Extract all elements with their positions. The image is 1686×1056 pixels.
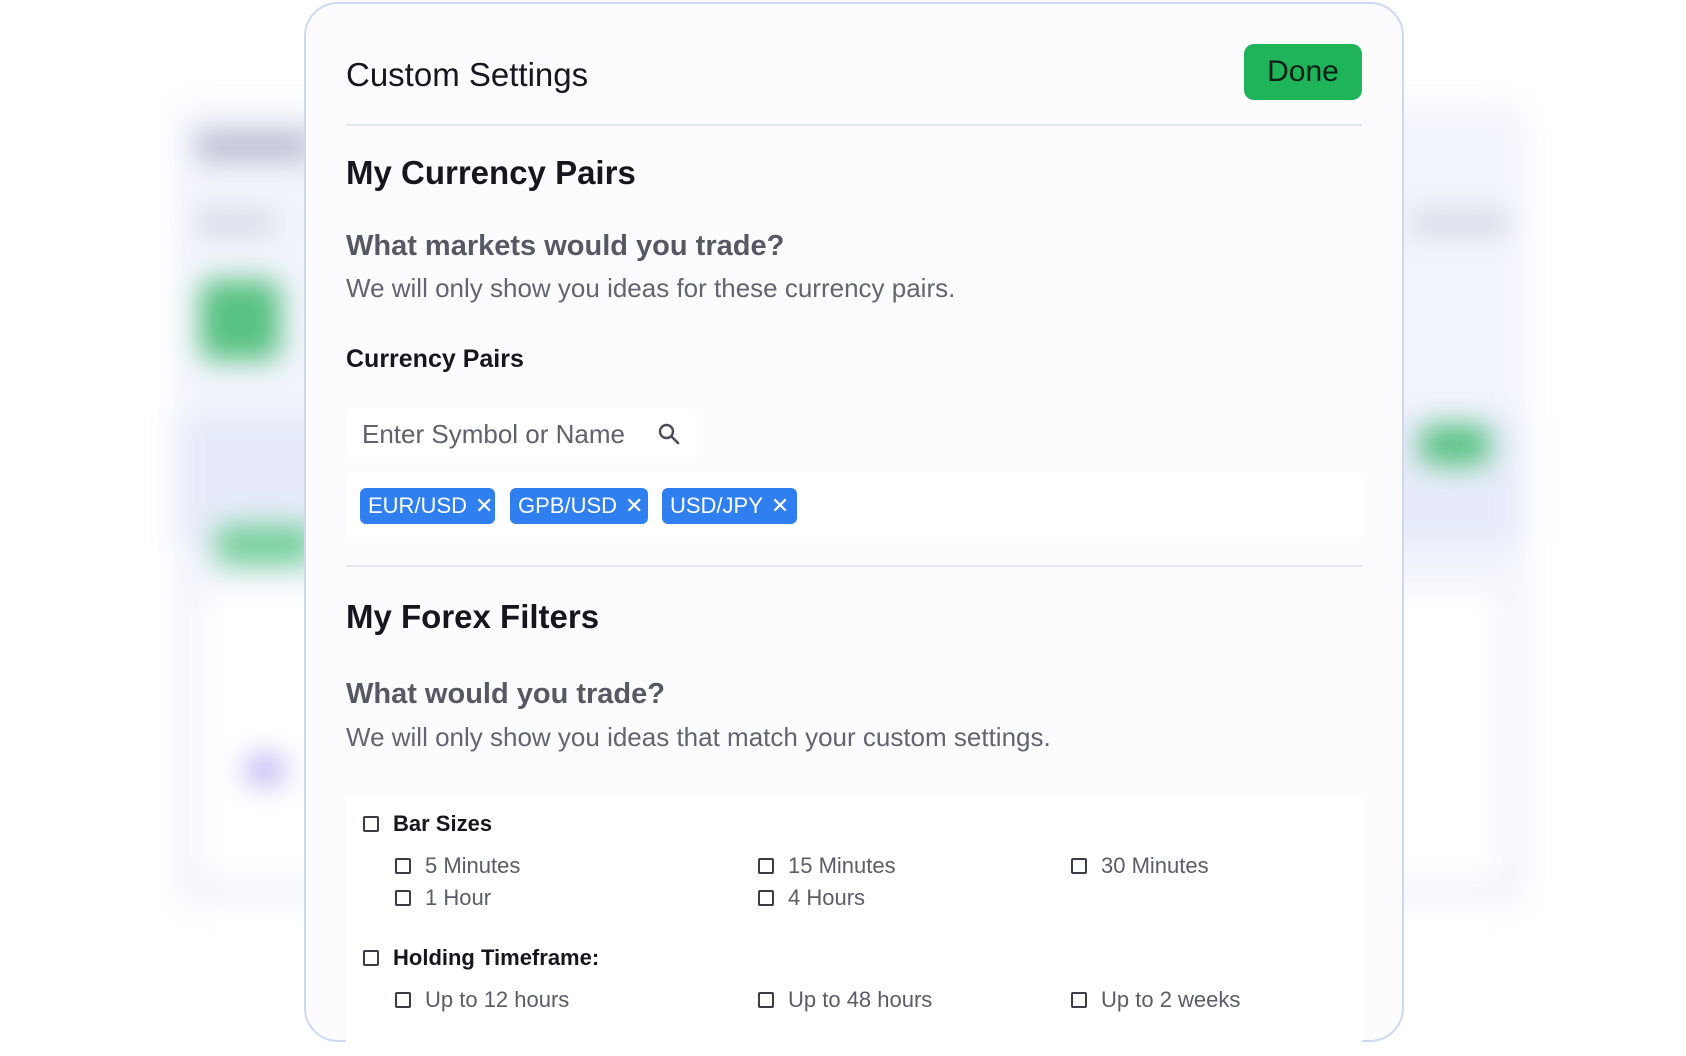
currency-question: What markets would you trade?: [346, 230, 785, 262]
background-purple-mark: [245, 755, 285, 785]
checkbox-5-minutes[interactable]: [395, 858, 411, 874]
chip-label: EUR/USD: [368, 493, 468, 518]
option-up-to-2-weeks: Up to 2 weeks: [1101, 987, 1241, 1012]
close-icon[interactable]: ✕: [771, 495, 789, 517]
currency-pairs-label: Currency Pairs: [346, 345, 524, 373]
filters-description: We will only show you ideas that match y…: [346, 722, 1051, 752]
chip-label: GPB/USD: [518, 493, 618, 518]
bar-sizes-label: Bar Sizes: [393, 811, 493, 836]
modal-header: Custom Settings Done: [346, 44, 1362, 102]
filters-section-title: My Forex Filters: [346, 598, 600, 635]
option-5-minutes: 5 Minutes: [425, 853, 521, 878]
checkbox-up-to-48-hours[interactable]: [758, 992, 774, 1008]
option-30-minutes: 30 Minutes: [1101, 853, 1209, 878]
chip-gpb-usd: GPB/USD ✕: [510, 488, 648, 524]
header-divider: [346, 124, 1362, 126]
option-up-to-12-hours: Up to 12 hours: [425, 987, 570, 1012]
custom-settings-modal: Custom Settings Done My Currency Pairs W…: [304, 2, 1404, 1056]
checkbox-4-hours[interactable]: [758, 890, 774, 906]
chip-usd-jpy: USD/JPY ✕: [662, 488, 797, 524]
chip-label: USD/JPY: [670, 493, 763, 518]
background-green-tile: [200, 280, 280, 360]
chip-eur-usd: EUR/USD ✕: [360, 488, 495, 524]
background-green-button: [1420, 425, 1490, 465]
filters-panel: Bar Sizes 5 Minutes 15 Minutes 30 Minute…: [346, 796, 1362, 1056]
background-label-right: [1410, 215, 1510, 231]
checkbox-up-to-12-hours[interactable]: [395, 992, 411, 1008]
search-icon[interactable]: [657, 422, 681, 446]
filters-question: What would you trade?: [346, 678, 665, 710]
background-chart-blob: [215, 525, 315, 565]
checkbox-30-minutes[interactable]: [1071, 858, 1087, 874]
checkbox-up-to-2-weeks[interactable]: [1071, 992, 1087, 1008]
modal-title: Custom Settings: [346, 56, 589, 93]
bar-sizes-checkbox[interactable]: [363, 816, 379, 832]
checkbox-1-hour[interactable]: [395, 890, 411, 906]
holding-timeframe-checkbox[interactable]: [363, 950, 379, 966]
option-1-hour: 1 Hour: [425, 885, 492, 910]
background-title: [195, 133, 315, 159]
background-label: [195, 215, 275, 231]
close-icon[interactable]: ✕: [625, 495, 643, 517]
currency-section-title: My Currency Pairs: [346, 154, 636, 191]
currency-description: We will only show you ideas for these cu…: [346, 273, 956, 303]
holding-timeframe-label: Holding Timeframe:: [393, 945, 600, 970]
selected-pairs: EUR/USD ✕ GPB/USD ✕ USD/JPY ✕: [346, 472, 1362, 538]
currency-search: [346, 408, 697, 461]
section-divider: [346, 565, 1362, 567]
currency-search-input[interactable]: [360, 408, 654, 461]
option-4-hours: 4 Hours: [788, 885, 866, 910]
close-icon[interactable]: ✕: [475, 495, 493, 517]
checkbox-15-minutes[interactable]: [758, 858, 774, 874]
option-up-to-48-hours: Up to 48 hours: [788, 987, 933, 1012]
done-button[interactable]: Done: [1244, 44, 1362, 100]
option-15-minutes: 15 Minutes: [788, 853, 896, 878]
